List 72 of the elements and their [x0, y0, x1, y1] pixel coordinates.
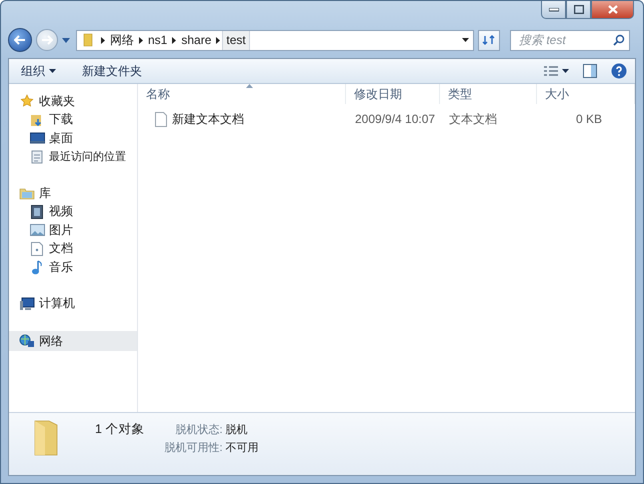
refresh-button[interactable] [478, 30, 500, 50]
column-header[interactable]: 类型 [440, 84, 537, 104]
list-view-icon [544, 66, 558, 76]
nav-item[interactable]: 桌面 [9, 129, 137, 148]
network-icon [19, 334, 35, 348]
library-icon [19, 186, 35, 200]
address-bar[interactable]: 网络 ns1 share test [76, 30, 474, 50]
nav-item[interactable]: 视频 [9, 202, 137, 221]
document-icon [31, 242, 43, 256]
nav-item[interactable]: 网络 [9, 331, 137, 351]
file-cell-text: 0 KB [574, 112, 603, 126]
close-icon [608, 5, 618, 14]
detail-value: 不可用 [226, 441, 258, 455]
minimize-button[interactable] [541, 1, 566, 19]
nav-item[interactable]: 音乐 [9, 258, 137, 276]
nav-item[interactable]: 图片 [9, 221, 137, 240]
file-cell-text: 2009/9/4 10:07 [354, 112, 436, 126]
chevron-icon [172, 36, 176, 44]
text-file-icon [155, 112, 167, 126]
search-field[interactable]: 搜索 test [510, 30, 630, 50]
picture-icon [30, 224, 44, 236]
minimize-icon [548, 8, 558, 12]
chevron-icon [139, 36, 143, 44]
star-icon [20, 94, 34, 108]
nav-item[interactable]: 最近访问的位置 [9, 148, 137, 166]
folder-icon [81, 33, 95, 47]
nav-item[interactable]: 计算机 [9, 294, 137, 313]
nav-item[interactable]: 文档 [9, 240, 137, 258]
preview-pane-button[interactable] [583, 64, 597, 78]
search-icon [613, 34, 625, 46]
toolbar-button[interactable]: 新建文件夹 [78, 60, 146, 82]
toolbar-button[interactable]: 组织 [17, 60, 60, 82]
detail-value: 脱机 [226, 423, 248, 437]
detail-label: 脱机可用性: [164, 441, 222, 455]
nav-item[interactable]: 收藏夹 [9, 92, 137, 110]
caret-icon [62, 38, 70, 42]
column-header[interactable]: 名称 [138, 84, 346, 104]
file-cell-text: 文本文档 [448, 110, 498, 128]
film-icon [31, 204, 43, 219]
desktop-icon [30, 132, 44, 144]
close-button[interactable] [591, 1, 634, 19]
maximize-button[interactable] [566, 1, 591, 19]
maximize-icon [574, 5, 584, 14]
refresh-arrows-icon [482, 34, 496, 46]
breadcrumb-item[interactable]: test [222, 30, 250, 50]
detail-label: 脱机状态: [174, 422, 222, 437]
breadcrumb-item[interactable]: 网络 [107, 30, 137, 50]
help-icon [611, 63, 627, 79]
music-note-icon [31, 260, 43, 275]
column-header[interactable]: 修改日期 [346, 84, 440, 104]
nav-item[interactable]: 下载 [9, 110, 137, 129]
back-arrow-icon [14, 35, 26, 45]
file-name: 新建文本文档 [172, 110, 244, 128]
file-row[interactable]: 新建文本文档 2009/9/4 10:07 文本文档 0 KB [138, 107, 635, 131]
view-options-button[interactable] [544, 66, 569, 76]
history-dropdown-button[interactable] [62, 38, 72, 42]
sort-arrow-icon [246, 84, 253, 88]
chevron-icon [216, 36, 220, 44]
caret-icon [462, 38, 469, 42]
pane-icon [583, 64, 597, 78]
breadcrumb-item[interactable]: ns1 [145, 30, 170, 50]
forward-arrow-icon [41, 35, 53, 45]
nav-item[interactable]: 库 [9, 184, 137, 202]
help-button[interactable] [611, 63, 627, 79]
caret-icon [562, 69, 569, 73]
back-button[interactable] [8, 28, 32, 52]
breadcrumb-item[interactable]: share [178, 30, 214, 50]
column-header[interactable]: 大小 [537, 84, 635, 104]
item-count: 1 个对象 [95, 421, 144, 438]
chevron-icon [101, 36, 105, 44]
computer-icon [19, 296, 35, 311]
recent-places-icon [30, 150, 44, 164]
